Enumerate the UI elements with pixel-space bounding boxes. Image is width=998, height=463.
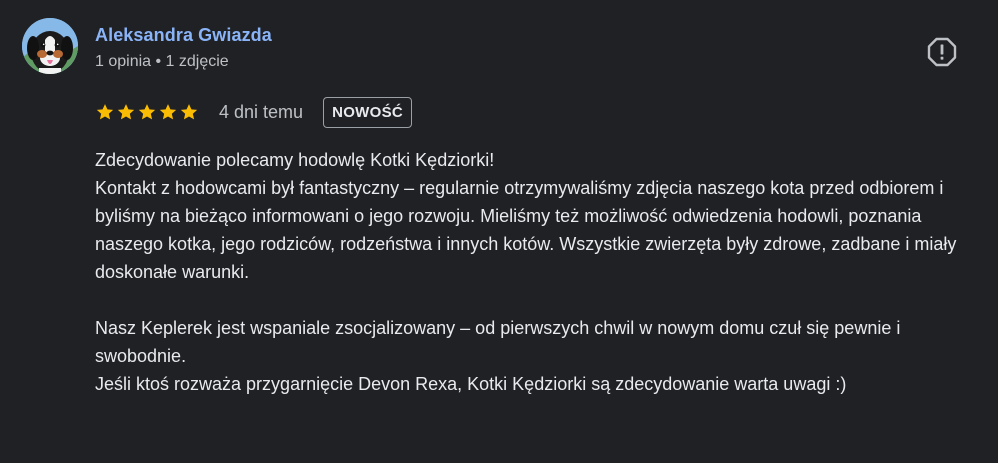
star-icon: [96, 104, 114, 120]
report-icon: [927, 37, 957, 67]
author-meta[interactable]: 1 opinia • 1 zdjęcie: [95, 53, 229, 71]
new-badge: NOWOŚĆ: [323, 96, 413, 128]
rating-row: 4 dni temu NOWOŚĆ: [95, 95, 413, 129]
dog-avatar-icon: [22, 18, 78, 74]
review-card: Aleksandra Gwiazda 1 opinia • 1 zdjęcie …: [0, 0, 998, 463]
review-text: Zdecydowanie polecamy hodowlę Kotki Kędz…: [95, 150, 957, 394]
report-button[interactable]: [926, 36, 958, 68]
review-date: 4 dni temu: [219, 101, 304, 122]
star-icon: [159, 104, 177, 120]
author-avatar[interactable]: [22, 18, 78, 74]
star-icon: [180, 104, 198, 120]
star-icon: [138, 104, 156, 120]
author-name[interactable]: Aleksandra Gwiazda: [95, 25, 272, 46]
star-rating: [95, 102, 199, 122]
star-icon: [117, 104, 135, 120]
